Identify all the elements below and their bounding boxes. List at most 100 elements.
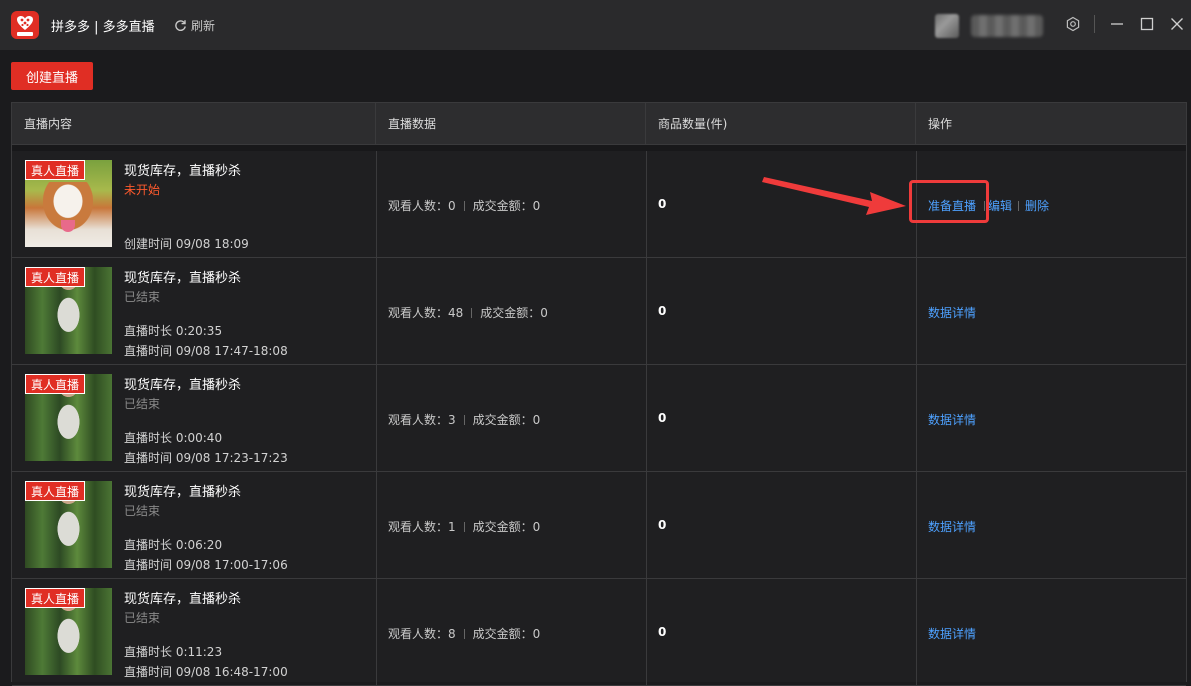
data-details-link[interactable]: 数据详情 [928,625,976,642]
column-divider [916,579,917,686]
data-details-link[interactable]: 数据详情 [928,411,976,428]
live-time-range: 直播时间 09/08 17:00-17:06 [124,558,288,572]
maximize-button[interactable] [1136,13,1158,35]
live-status: 已结束 [124,397,161,411]
row-actions: 数据详情 [928,625,976,642]
stats-divider [463,200,465,211]
product-quantity: 0 [658,304,667,318]
app-title: 拼多多 | 多多直播 [51,20,155,35]
column-divider [646,258,647,365]
live-type-badge: 真人直播 [25,374,86,394]
live-time-range: 直播时间 09/08 17:23-17:23 [124,451,288,465]
revenue-amount: 成交金额：0 [472,413,541,427]
revenue-amount: 成交金额：0 [480,306,548,320]
table-row: 真人直播 现货库存，直播秒杀 已结束 直播时长 0:06:20 直播时间 09/… [12,472,1186,579]
column-divider [916,258,917,365]
live-title: 现货库存，直播秒杀 [124,485,242,500]
revenue-amount: 成交金额：0 [472,627,541,641]
live-status: 未开始 [124,183,161,197]
column-divider [376,258,377,365]
live-duration: 直播时长 0:11:23 [124,645,223,659]
table-row: 真人直播 现货库存，直播秒杀 已结束 直播时长 0:11:23 直播时间 09/… [12,579,1186,686]
title-bar: 拼多多 | 多多直播 刷新 [0,0,1191,50]
minimize-button[interactable] [1106,13,1128,35]
live-status: 已结束 [124,504,161,518]
maximize-icon [1140,17,1154,31]
column-divider [376,365,377,472]
table-row: 真人直播 现货库存，直播秒杀 已结束 直播时长 0:00:40 直播时间 09/… [12,365,1186,472]
dog-tongue [61,220,75,232]
product-quantity: 0 [658,411,667,425]
live-created-time: 创建时间 09/08 18:09 [124,237,249,251]
live-title: 现货库存，直播秒杀 [124,271,242,286]
close-button[interactable] [1166,13,1188,35]
create-live-button[interactable]: 创建直播 [11,62,93,90]
column-divider [376,472,377,579]
column-divider [646,365,647,472]
live-stats: 观看人数：0 成交金额：0 [388,197,540,214]
refresh-label: 刷新 [191,18,216,33]
live-stats: 观看人数：8 成交金额：0 [388,625,540,642]
column-divider [376,151,377,258]
header-actions: 操作 [928,117,953,131]
table-row: 真人直播 现货库存，直播秒杀 已结束 直播时长 0:20:35 直播时间 09/… [12,258,1186,365]
column-divider [646,579,647,686]
data-details-link[interactable]: 数据详情 [928,518,976,535]
refresh-button[interactable]: 刷新 [174,16,215,34]
column-divider [376,579,377,686]
header-content: 直播内容 [12,103,376,145]
live-stats: 观看人数：48 成交金额：0 [388,304,548,321]
logo-strip [17,32,33,36]
row-actions: 数据详情 [928,518,976,535]
refresh-icon [175,19,186,31]
live-status: 已结束 [124,611,161,625]
column-divider [646,472,647,579]
product-quantity: 0 [658,197,667,211]
action-divider [1018,200,1020,211]
pinduoduo-logo-icon [11,11,39,39]
live-duration: 直播时长 0:00:40 [124,431,223,445]
minimize-icon [1111,23,1123,25]
data-details-link[interactable]: 数据详情 [928,304,976,321]
viewer-count: 观看人数：8 [388,627,456,641]
edit-link[interactable]: 编辑 [988,197,1012,214]
stats-divider [463,628,465,639]
live-title: 现货库存，直播秒杀 [124,378,242,393]
table-header: 直播内容 直播数据 商品数量(件) 操作 [12,103,1186,145]
column-divider [916,365,917,472]
delete-link[interactable]: 删除 [1025,197,1049,214]
settings-button[interactable] [1062,13,1084,35]
row-actions: 数据详情 [928,411,976,428]
row-actions: 数据详情 [928,304,976,321]
live-type-badge: 真人直播 [25,588,86,608]
user-avatar[interactable] [935,14,959,38]
live-stats: 观看人数：1 成交金额：0 [388,518,540,535]
column-divider [646,151,647,258]
revenue-amount: 成交金额：0 [472,199,541,213]
live-type-badge: 真人直播 [25,481,86,501]
live-type-badge: 真人直播 [25,160,86,180]
live-duration: 直播时长 0:20:35 [124,324,223,338]
live-title: 现货库存，直播秒杀 [124,164,242,179]
live-duration: 直播时长 0:06:20 [124,538,223,552]
titlebar-divider [1094,15,1095,33]
user-name-blurred[interactable] [971,15,1043,37]
product-quantity: 0 [658,518,667,532]
live-time-range: 直播时间 09/08 17:47-18:08 [124,344,288,358]
stats-divider [463,521,465,532]
viewer-count: 观看人数：48 [388,306,464,320]
stats-divider [471,307,473,318]
live-stats: 观看人数：3 成交金额：0 [388,411,540,428]
annotation-arrow-icon [762,177,906,215]
close-icon [1171,18,1183,30]
product-quantity: 0 [658,625,667,639]
revenue-amount: 成交金额：0 [472,520,541,534]
column-divider [916,472,917,579]
viewer-count: 观看人数：1 [388,520,456,534]
live-title: 现货库存，直播秒杀 [124,592,242,607]
viewer-count: 观看人数：0 [388,199,456,213]
header-data: 直播数据 [376,103,646,145]
live-status: 已结束 [124,290,161,304]
table-row: 真人直播 现货库存，直播秒杀 未开始 创建时间 09/08 18:09 观看人数… [12,151,1186,258]
viewer-count: 观看人数：3 [388,413,456,427]
